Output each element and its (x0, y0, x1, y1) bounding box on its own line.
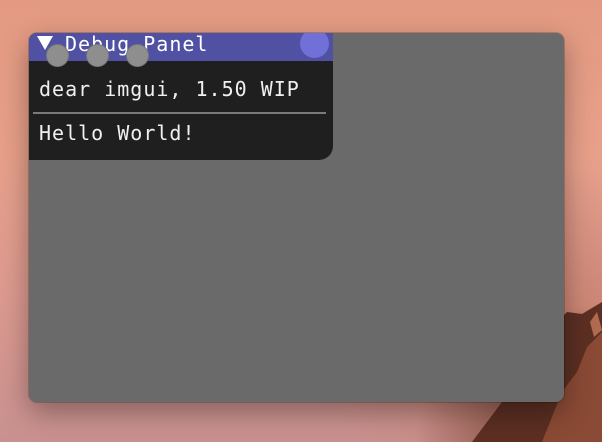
zoom-window-button[interactable] (126, 44, 149, 67)
close-icon[interactable] (300, 33, 329, 58)
window-controls (46, 44, 149, 67)
hello-text: Hello World! (39, 121, 196, 145)
debug-panel-body: dear imgui, 1.50 WIP Hello World! (29, 61, 333, 145)
version-text: dear imgui, 1.50 WIP (39, 77, 300, 101)
host-window: Debug Panel dear imgui, 1.50 WIP Hello W… (29, 33, 564, 402)
minimize-window-button[interactable] (86, 44, 109, 67)
close-window-button[interactable] (46, 44, 69, 67)
